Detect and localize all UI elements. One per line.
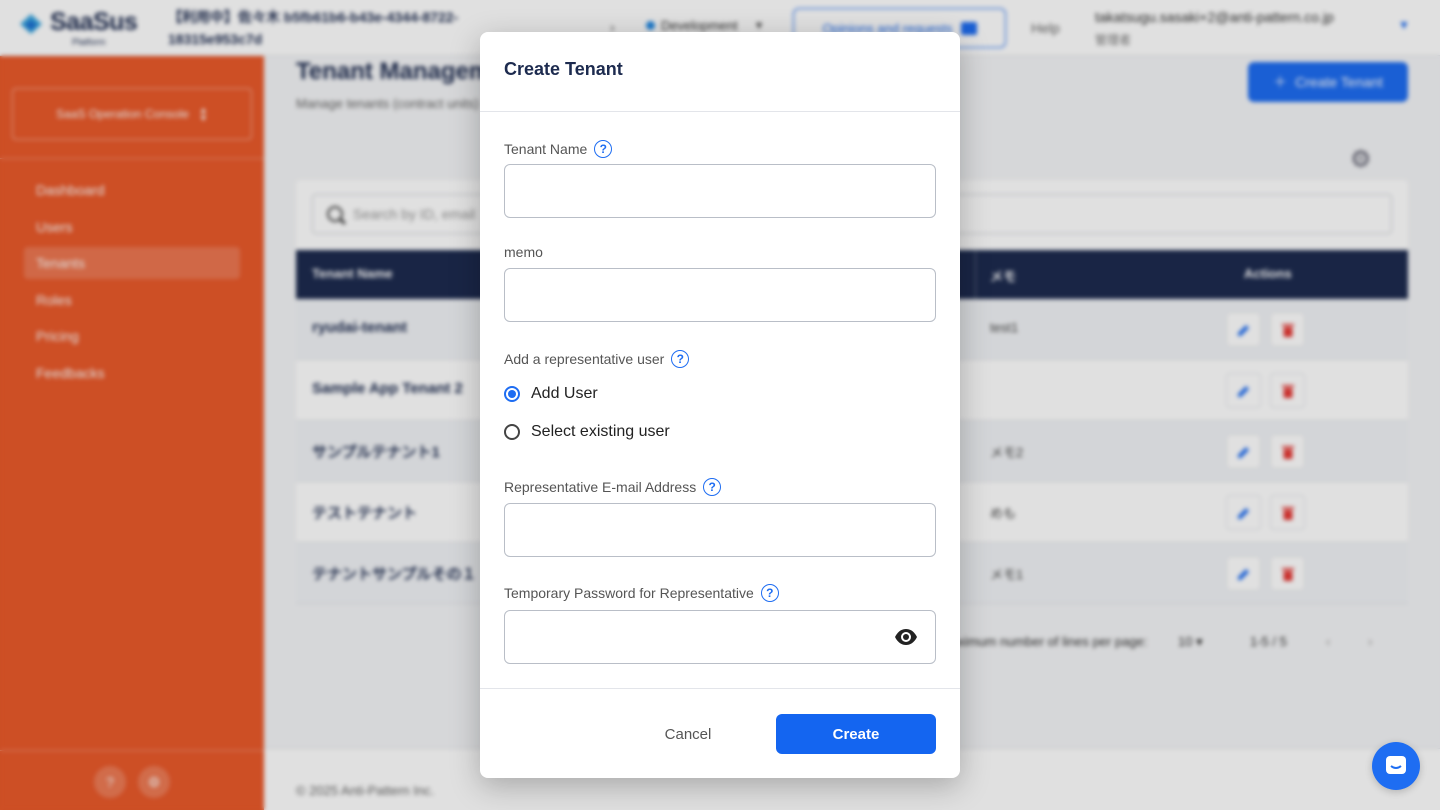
email-label-text: Representative E-mail Address [504,479,697,495]
help-icon[interactable]: ? [594,140,613,158]
representative-user-label: Add a representative user ? [504,350,690,368]
memo-label: memo [504,244,543,260]
password-label: Temporary Password for Representative ? [504,584,779,602]
radio-checked-icon [504,386,520,402]
representative-user-label-text: Add a representative user [504,351,665,367]
chat-support-button[interactable] [1372,742,1420,790]
memo-label-text: memo [504,244,543,260]
email-label: Representative E-mail Address ? [504,478,722,496]
email-field[interactable] [504,503,936,557]
dialog-footer-divider [480,688,960,689]
memo-input[interactable] [504,268,936,322]
password-field[interactable] [504,610,936,664]
tenant-name-label: Tenant Name ? [504,140,613,158]
cancel-button[interactable]: Cancel [640,714,736,754]
help-icon[interactable]: ? [671,350,690,368]
add-user-radio-label: Add User [531,385,598,402]
dialog-header-divider [480,111,960,112]
dialog-title: Create Tenant [504,59,623,79]
tenant-name-input[interactable] [504,164,936,218]
eye-icon[interactable] [894,628,918,646]
help-icon[interactable]: ? [703,478,722,496]
create-tenant-dialog: Create Tenant Tenant Name ? memo Add a r… [480,32,960,778]
add-user-radio[interactable]: Add User [504,385,598,403]
select-existing-user-radio-label: Select existing user [531,423,670,440]
radio-unchecked-icon [504,424,520,440]
tenant-name-label-text: Tenant Name [504,141,588,157]
select-existing-user-radio[interactable]: Select existing user [504,423,670,441]
password-label-text: Temporary Password for Representative [504,585,754,601]
create-button[interactable]: Create [776,714,936,754]
help-icon[interactable]: ? [760,584,779,602]
chat-icon [1386,756,1406,774]
